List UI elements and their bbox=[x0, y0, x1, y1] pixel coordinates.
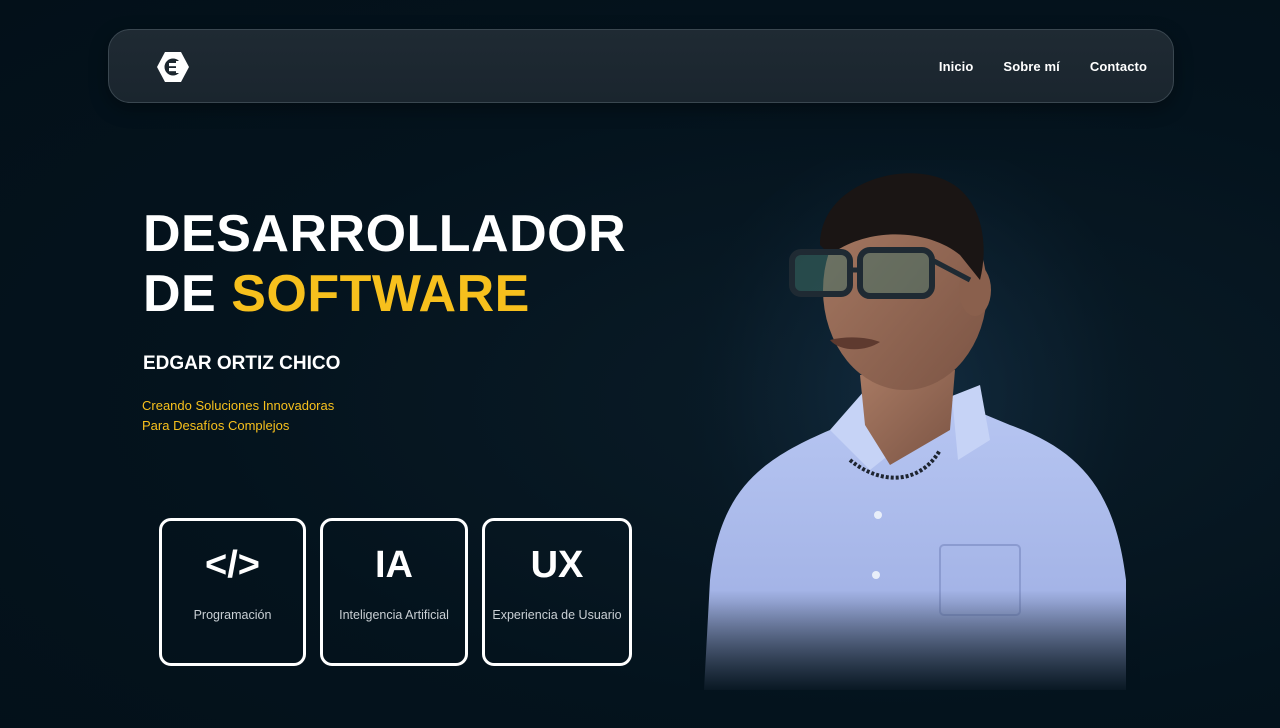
code-icon: </> bbox=[205, 544, 260, 586]
ai-icon: IA bbox=[375, 544, 413, 586]
card-experiencia-de-usuario[interactable]: UX Experiencia de Usuario bbox=[482, 518, 632, 666]
hero-title-line1: DESARROLLADOR bbox=[143, 205, 627, 263]
navbar: Inicio Sobre mí Contacto bbox=[108, 29, 1174, 103]
card-programacion[interactable]: </> Programación bbox=[159, 518, 306, 666]
hero-title: DESARROLLADOR DE SOFTWARE bbox=[143, 204, 626, 324]
card-label: Experiencia de Usuario bbox=[492, 608, 622, 622]
hero-title-accent: SOFTWARE bbox=[231, 265, 530, 323]
tagline-line1: Creando Soluciones Innovadoras bbox=[142, 398, 335, 413]
page: Inicio Sobre mí Contacto DESARROLLADOR D… bbox=[0, 0, 1280, 728]
tagline: Creando Soluciones Innovadoras Para Desa… bbox=[142, 396, 334, 436]
nav-links: Inicio Sobre mí Contacto bbox=[939, 30, 1147, 102]
ux-icon: UX bbox=[530, 544, 584, 586]
portrait-image bbox=[675, 140, 1155, 700]
card-inteligencia-artificial[interactable]: IA Inteligencia Artificial bbox=[320, 518, 468, 666]
nav-link-inicio[interactable]: Inicio bbox=[939, 59, 974, 74]
nav-link-sobre-mi[interactable]: Sobre mí bbox=[1003, 59, 1059, 74]
hexagon-e-logo-icon[interactable] bbox=[156, 51, 190, 83]
card-label: Inteligencia Artificial bbox=[339, 608, 449, 622]
tagline-line2: Para Desafíos Complejos bbox=[142, 418, 290, 433]
card-label: Programación bbox=[193, 608, 272, 622]
nav-link-contacto[interactable]: Contacto bbox=[1090, 59, 1147, 74]
hero-title-prefix: DE bbox=[143, 265, 232, 323]
developer-name: EDGAR ORTIZ CHICO bbox=[143, 353, 341, 374]
